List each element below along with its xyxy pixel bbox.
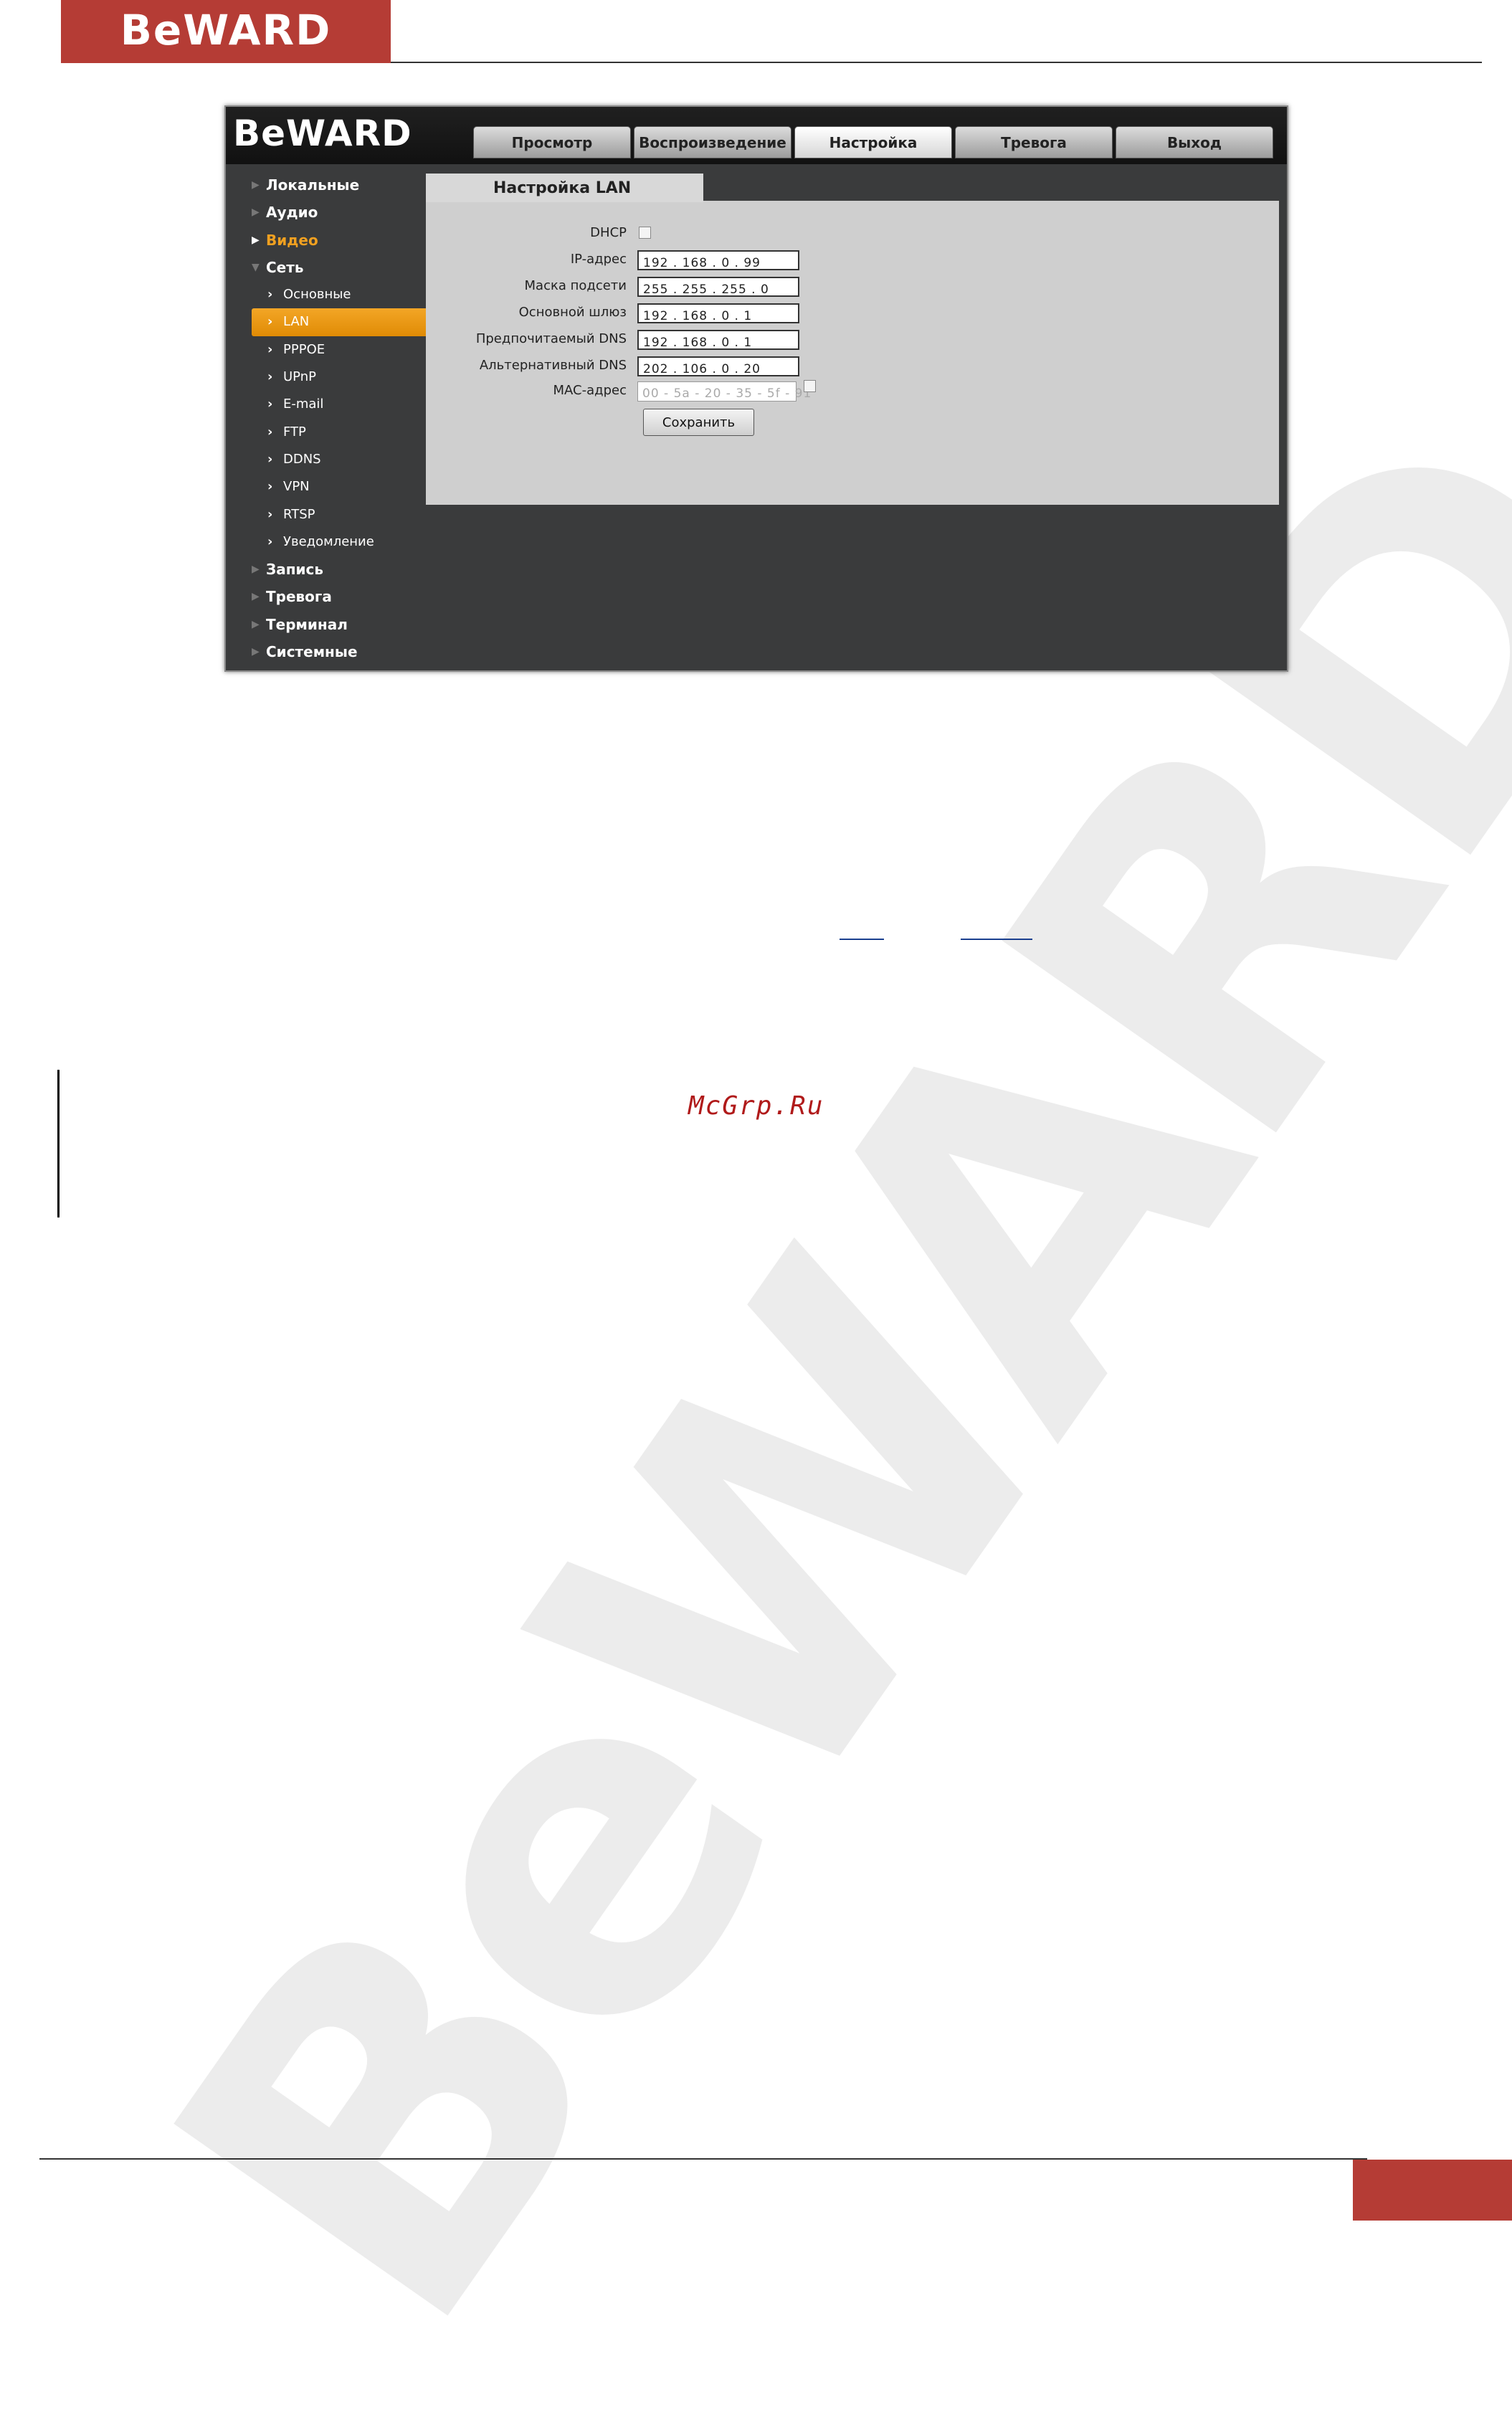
dns1-row: Предпочитаемый DNS 192 . 168 . 0 . 1 [426,328,1279,350]
mac-label: MAC-адрес [553,383,627,398]
chevron-right-icon: › [267,533,273,549]
triangle-right-icon: ▶ [252,179,260,191]
brand-logo: BeWARD [120,6,332,54]
sidebar-item-audio[interactable]: ▶ Аудио [233,199,441,226]
chevron-right-icon: › [267,397,273,412]
sidebar-subitem-label: DDNS [283,451,321,467]
triangle-right-icon: ▶ [252,564,260,576]
mac-address-input[interactable]: 00 - 5a - 20 - 35 - 5f - 91 [637,381,811,402]
sidebar-subitem-label: VPN [283,479,310,495]
gateway-row: Основной шлюз 192 . 168 . 0 . 1 [426,302,1279,323]
tab-logout[interactable]: Выход [1116,126,1273,158]
dhcp-row: DHCP [426,222,1279,244]
ip-address-input[interactable]: 192 . 168 . 0 . 99 [637,250,799,270]
sidebar-item-local[interactable]: ▶ Локальные [233,171,441,199]
sidebar-item-label: Системные [266,643,358,661]
sidebar-item-alarm[interactable]: ▶ Тревога [233,583,441,610]
sidebar-item-terminal[interactable]: ▶ Терминал [233,611,441,638]
chevron-right-icon: › [267,506,273,522]
sidebar-subitem-label: FTP [283,424,306,440]
sidebar-subitem-vpn[interactable]: › VPN [233,473,441,500]
ip-label: IP-адрес [570,252,627,267]
save-button[interactable]: Сохранить [643,409,754,436]
app-logo: BeWARD [233,113,412,154]
gateway-label: Основной шлюз [518,305,627,320]
sidebar-subitem-basic[interactable]: › Основные [233,281,441,308]
sidebar-subitem-label: PPPOE [283,341,325,357]
link-underline[interactable] [961,939,1032,940]
dhcp-checkbox[interactable] [639,227,651,239]
sidebar-item-label: Аудио [266,204,318,222]
chevron-right-icon: › [267,314,273,330]
top-bar: BeWARD Просмотр Воспроизведение Настройк… [226,107,1287,164]
chevron-right-icon: › [267,451,273,467]
main-tabs: Просмотр Воспроизведение Настройка Трево… [473,126,1273,158]
chevron-right-icon: › [267,287,273,303]
sidebar-subitem-label: E-mail [283,397,324,412]
triangle-right-icon: ▶ [252,206,260,219]
sidebar-item-video[interactable]: ▶ Видео [233,227,441,254]
settings-sidebar: ▶ Локальные ▶ Аудио ▶ Видео ▼ Сеть › Основные… [233,171,441,665]
sidebar-subitem-lan[interactable]: › LAN [252,308,434,336]
site-watermark-text: McGrp.Ru [688,1091,824,1121]
tab-alarm[interactable]: Тревога [955,126,1113,158]
footer-brand-block [1353,2160,1512,2221]
mask-row: Маска подсети 255 . 255 . 255 . 0 [426,275,1279,297]
tab-view[interactable]: Просмотр [473,126,631,158]
footer-rule [39,2158,1367,2160]
lan-settings-panel: Настройка LAN DHCP IP-адрес 192 . 168 . … [426,174,1279,505]
sidebar-subitem-label: LAN [283,314,310,330]
chevron-right-icon: › [267,369,273,385]
brand-logo-block: BeWARD [61,0,391,63]
triangle-right-icon: ▶ [252,591,260,603]
sidebar-subitem-label: RTSP [283,506,315,522]
triangle-right-icon: ▶ [252,234,260,246]
dhcp-label: DHCP [590,225,627,240]
triangle-right-icon: ▶ [252,618,260,630]
link-underline[interactable] [840,939,884,940]
sidebar-item-label: Запись [266,561,324,579]
sidebar-subitem-upnp[interactable]: › UPnP [233,364,441,391]
sidebar-subitem-ftp[interactable]: › FTP [233,419,441,446]
header-rule [391,62,1482,63]
tab-settings[interactable]: Настройка [794,126,952,158]
ip-row: IP-адрес 192 . 168 . 0 . 99 [426,249,1279,270]
panel-title: Настройка LAN [426,174,703,202]
preferred-dns-input[interactable]: 192 . 168 . 0 . 1 [637,330,799,350]
sidebar-subitem-label: Основные [283,287,351,303]
chevron-right-icon: › [267,341,273,357]
dns2-row: Альтернативный DNS 202 . 106 . 0 . 20 [426,355,1279,376]
sidebar-subitem-ddns[interactable]: › DDNS [233,446,441,473]
sidebar-item-label: Терминал [266,615,348,633]
chevron-right-icon: › [267,479,273,495]
sidebar-item-record[interactable]: ▶ Запись [233,556,441,583]
sidebar-item-label: Локальные [266,176,360,194]
save-row: Сохранить [426,409,1279,436]
subnet-mask-label: Маска подсети [524,278,627,293]
camera-settings-screenshot: BeWARD Просмотр Воспроизведение Настройк… [224,105,1288,672]
preferred-dns-label: Предпочитаемый DNS [475,331,627,346]
alternate-dns-input[interactable]: 202 . 106 . 0 . 20 [637,356,799,376]
chevron-right-icon: › [267,424,273,440]
triangle-down-icon: ▼ [252,261,260,273]
sidebar-subitem-label: Уведомление [283,533,374,549]
sidebar-subitem-email[interactable]: › E-mail [233,391,441,418]
sidebar-subitem-notify[interactable]: › Уведомление [233,528,441,556]
change-bar [57,1070,60,1217]
sidebar-subitem-label: UPnP [283,369,316,385]
mac-edit-checkbox[interactable] [804,380,816,392]
mac-row: MAC-адрес 00 - 5a - 20 - 35 - 5f - 91 [426,380,1279,402]
sidebar-item-label: Видео [266,231,318,249]
sidebar-item-network[interactable]: ▼ Сеть [233,254,441,281]
sidebar-item-label: Сеть [266,258,304,276]
subnet-mask-input[interactable]: 255 . 255 . 255 . 0 [637,277,799,297]
alternate-dns-label: Альтернативный DNS [479,358,627,373]
sidebar-item-label: Тревога [266,588,332,606]
tab-playback[interactable]: Воспроизведение [634,126,791,158]
sidebar-subitem-rtsp[interactable]: › RTSP [233,501,441,528]
sidebar-subitem-pppoe[interactable]: › PPPOE [233,336,441,364]
sidebar-item-system[interactable]: ▶ Системные [233,638,441,665]
triangle-right-icon: ▶ [252,646,260,658]
gateway-input[interactable]: 192 . 168 . 0 . 1 [637,303,799,323]
